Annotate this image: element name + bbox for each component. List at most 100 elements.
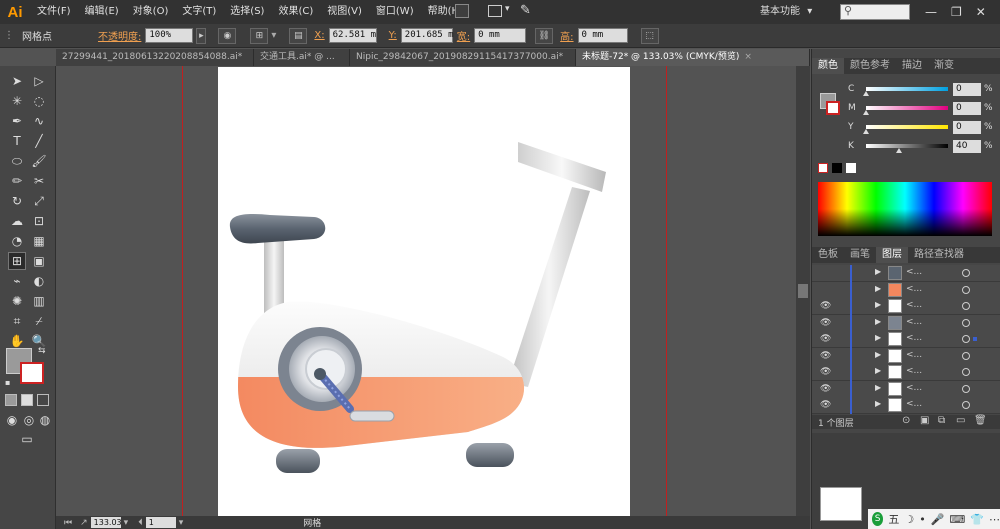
target-icon[interactable]	[962, 384, 970, 393]
gradient-tool-icon[interactable]: ▣	[30, 252, 48, 270]
menu-item-1[interactable]: 编辑(E)	[78, 0, 126, 24]
artboard-dropdown-icon[interactable]: ▾	[179, 518, 184, 528]
blend-tool-icon[interactable]: ◐	[30, 272, 48, 290]
arrange-documents-icon[interactable]	[488, 5, 502, 17]
new-layer-icon[interactable]: ▭	[956, 415, 965, 426]
delete-layer-icon[interactable]: 🗑	[974, 415, 987, 426]
panel-grip[interactable]: ⋮	[4, 30, 14, 41]
layer-row[interactable]: ▶ <...	[812, 265, 1000, 282]
target-icon[interactable]	[962, 335, 970, 343]
target-icon[interactable]	[962, 351, 970, 360]
none-mode-icon[interactable]	[37, 394, 49, 406]
transform-icon[interactable]: ▤	[289, 27, 308, 44]
opacity-label[interactable]: 不透明度:	[98, 28, 141, 43]
layer-row[interactable]: 👁 ▶ <...	[812, 314, 1000, 332]
layer-row[interactable]: 👁 ▶ <...	[812, 331, 1000, 348]
sogou-ime-icon[interactable]: S	[872, 512, 884, 526]
tab-layers[interactable]: 图层	[876, 247, 908, 263]
layer-row[interactable]: ▶ <...	[812, 281, 1000, 299]
column-graph-tool-icon[interactable]: ▥	[30, 292, 48, 310]
moon-icon[interactable]: ☽	[904, 513, 914, 526]
locate-object-icon[interactable]: ⊙	[902, 415, 910, 426]
x-label[interactable]: X:	[314, 30, 324, 41]
workspace-switcher[interactable]: 基本功能 ▾	[760, 3, 812, 21]
layer-name[interactable]: <...	[906, 350, 922, 360]
panel-stroke-swatch[interactable]	[826, 101, 840, 115]
menu-item-0[interactable]: 文件(F)	[30, 0, 78, 24]
tab-gradient[interactable]: 渐变	[928, 58, 960, 74]
eyedropper-tool-icon[interactable]: ⌁	[8, 272, 26, 290]
layer-name[interactable]: <...	[906, 333, 922, 343]
slider-value-input[interactable]: 0	[953, 82, 981, 96]
gradient-mode-icon[interactable]	[21, 394, 33, 406]
layer-row[interactable]: 👁 ▶ <...	[812, 298, 1000, 315]
layer-name[interactable]: <...	[906, 383, 922, 393]
tab-document-2[interactable]: 交通工具.ai* @ ...	[254, 49, 350, 66]
visibility-eye-icon[interactable]: 👁	[820, 367, 832, 377]
menu-item-7[interactable]: 窗口(W)	[369, 0, 421, 24]
expand-arrow-icon[interactable]: ▶	[875, 300, 881, 309]
layer-row[interactable]: 👁 ▶ <...	[812, 397, 1000, 414]
ime-mode-label[interactable]: 五	[888, 511, 899, 527]
slider-track[interactable]	[863, 106, 948, 115]
target-icon[interactable]	[962, 401, 970, 409]
y-label[interactable]: Y:	[389, 30, 397, 41]
expand-arrow-icon[interactable]: ▶	[875, 284, 881, 293]
slider-value-input[interactable]: 0	[953, 120, 981, 134]
align-icon[interactable]: ⊞	[250, 27, 269, 44]
layer-name[interactable]: <...	[906, 399, 922, 409]
paintbrush-tool-icon[interactable]: 🖌	[30, 152, 48, 170]
target-icon[interactable]	[962, 318, 970, 327]
width-input[interactable]: 0 mm	[474, 28, 527, 43]
draw-behind-icon[interactable]: ◎	[22, 413, 36, 427]
artboard-number-input[interactable]: 1	[145, 517, 176, 528]
canvas-area[interactable]	[56, 66, 810, 516]
free-transform-tool-icon[interactable]: ⊡	[30, 212, 48, 230]
line-tool-icon[interactable]: ╱	[30, 132, 48, 150]
vertical-scrollbar[interactable]	[796, 66, 810, 516]
visibility-eye-icon[interactable]: 👁	[820, 351, 832, 361]
menu-item-4[interactable]: 选择(S)	[223, 0, 271, 24]
target-icon[interactable]	[962, 368, 970, 376]
magic-wand-tool-icon[interactable]: ✳	[8, 92, 26, 110]
recolor-icon[interactable]: ◉	[218, 27, 237, 44]
expand-arrow-icon[interactable]: ▶	[875, 267, 881, 276]
height-label[interactable]: 高:	[560, 28, 573, 43]
tab-color[interactable]: 颜色	[812, 58, 844, 74]
warp-tool-icon[interactable]: ☁	[8, 212, 26, 230]
expand-arrow-icon[interactable]: ▶	[875, 350, 881, 359]
height-input[interactable]: 0 mm	[577, 28, 628, 43]
menu-item-5[interactable]: 效果(C)	[271, 0, 320, 24]
visibility-eye-icon[interactable]: 👁	[820, 334, 832, 344]
tab-pathfinder[interactable]: 路径查找器	[908, 247, 970, 263]
exercise-bike-artwork[interactable]	[218, 67, 630, 516]
restore-icon[interactable]: ❐	[951, 5, 962, 19]
punctuation-icon[interactable]: •	[919, 513, 926, 526]
expand-arrow-icon[interactable]: ▶	[875, 383, 881, 392]
menu-item-6[interactable]: 视图(V)	[320, 0, 369, 24]
layer-row[interactable]: 👁 ▶ <...	[812, 347, 1000, 365]
visibility-eye-icon[interactable]: 👁	[820, 400, 832, 410]
scissors-tool-icon[interactable]: ✂	[30, 172, 48, 190]
layer-row[interactable]: 👁 ▶ <...	[812, 380, 1000, 398]
selection-tool-icon[interactable]: ➤	[8, 72, 26, 90]
slider-track[interactable]	[866, 144, 948, 153]
align-dropdown-icon[interactable]: ▾	[271, 30, 276, 41]
expand-arrow-icon[interactable]: ▶	[875, 333, 881, 342]
voice-icon[interactable]: 🎤	[931, 513, 945, 526]
zoom-input[interactable]: 133.03	[90, 517, 122, 528]
target-icon[interactable]	[962, 269, 970, 277]
target-icon[interactable]	[962, 285, 970, 294]
tab-swatches[interactable]: 色板	[812, 247, 844, 263]
type-tool-icon[interactable]: T	[8, 132, 26, 150]
perspective-grid-tool-icon[interactable]: ▦	[30, 232, 48, 250]
draw-inside-icon[interactable]: ◍	[38, 413, 52, 427]
direct-selection-tool-icon[interactable]: ▷	[30, 72, 48, 90]
arrange-documents-arrow[interactable]: ▾	[505, 4, 510, 14]
export-icon[interactable]: ↗	[80, 518, 88, 528]
white-swatch[interactable]	[846, 163, 856, 173]
slice-tool-icon[interactable]: ⌿	[30, 312, 48, 330]
layer-name[interactable]: <...	[906, 267, 922, 277]
visibility-eye-icon[interactable]: 👁	[820, 301, 832, 311]
search-input[interactable]: ⚲	[840, 4, 910, 20]
